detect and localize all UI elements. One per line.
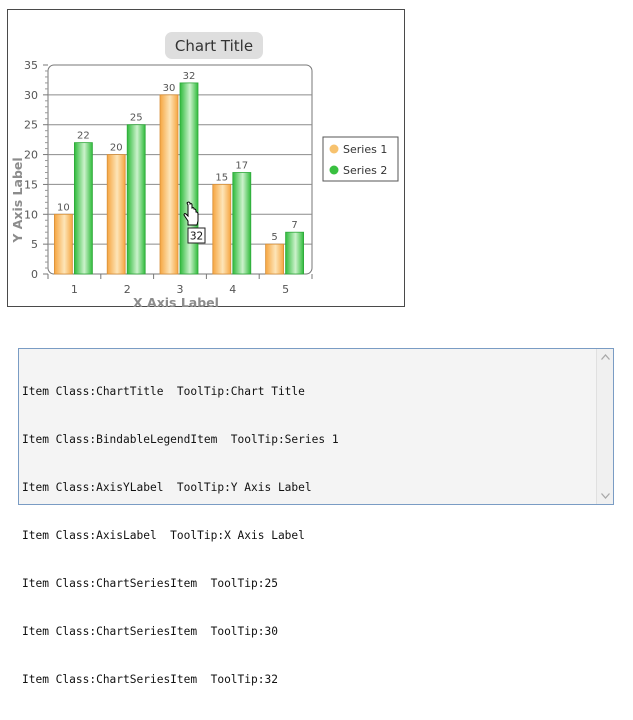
log-line: Item Class:ChartSeriesItem ToolTip:30	[22, 625, 278, 638]
vertical-scrollbar[interactable]	[596, 349, 613, 504]
data-label: 7	[291, 220, 297, 231]
y-tick-label: 10	[24, 208, 38, 221]
log-line: Item Class:BindableLegendItem ToolTip:Se…	[22, 433, 339, 446]
chart-panel: Chart Title 0 5 10 15 20 25 30 35 10 22 1 20 25 2 30 32…	[7, 9, 405, 308]
y-tick-label: 35	[24, 59, 38, 72]
data-label: 20	[110, 143, 123, 154]
bar-series-1[interactable]	[212, 184, 232, 275]
tooltip-text: 32	[190, 231, 203, 243]
log-lines: Item Class:ChartTitle ToolTip:Chart Titl…	[22, 352, 591, 720]
bar-series-2[interactable]	[232, 172, 252, 275]
y-tick-label: 25	[24, 119, 38, 132]
y-tick-label: 0	[31, 268, 38, 281]
bar-series-2[interactable]	[74, 142, 93, 275]
bar-series-1[interactable]	[54, 213, 73, 275]
y-axis-label[interactable]: Y Axis Label	[10, 157, 25, 243]
bar-series-2[interactable]	[285, 231, 305, 275]
legend-item-label[interactable]: Series 2	[343, 164, 387, 177]
y-tick-label: 30	[24, 89, 38, 102]
data-label: 25	[130, 113, 143, 124]
data-label: 10	[57, 202, 70, 213]
x-tick-label: 4	[229, 283, 236, 296]
log-line: Item Class:ChartTitle ToolTip:Chart Titl…	[22, 385, 305, 398]
data-label: 32	[183, 71, 196, 82]
bar-series-1[interactable]	[159, 94, 179, 275]
data-label: 30	[163, 83, 176, 94]
x-tick-label: 2	[124, 283, 131, 296]
log-line: Item Class:AxisLabel ToolTip:X Axis Labe…	[22, 529, 305, 542]
data-label: 15	[215, 172, 228, 183]
legend-marker-icon	[329, 144, 339, 154]
bar-series-2[interactable]	[179, 82, 199, 275]
log-line: Item Class:ChartSeriesItem ToolTip:32	[22, 673, 278, 686]
chevron-down-icon[interactable]	[598, 489, 612, 503]
log-line: Item Class:AxisYLabel ToolTip:Y Axis Lab…	[22, 481, 312, 494]
legend-item-label[interactable]: Series 1	[343, 143, 387, 156]
y-tick-label: 5	[31, 238, 38, 251]
x-tick-label: 1	[71, 283, 78, 296]
data-label: 22	[77, 131, 90, 142]
y-tick-label: 20	[24, 149, 38, 162]
chart-canvas: 0510152025303510221202523032315174575X A…	[10, 59, 399, 308]
log-textarea[interactable]: Item Class:ChartTitle ToolTip:Chart Titl…	[18, 348, 614, 686]
bar-series-1[interactable]	[106, 154, 126, 275]
legend-marker-icon	[329, 165, 339, 175]
chevron-up-icon[interactable]	[598, 350, 612, 364]
bar-series-2[interactable]	[126, 124, 146, 275]
bar-series-1[interactable]	[265, 243, 285, 275]
y-tick-label: 15	[24, 178, 38, 191]
log-line: Item Class:ChartSeriesItem ToolTip:25	[22, 577, 278, 590]
x-axis-label[interactable]: X Axis Label	[133, 295, 219, 308]
data-label: 5	[271, 232, 277, 243]
x-tick-label: 5	[282, 283, 289, 296]
data-label: 17	[235, 160, 248, 171]
